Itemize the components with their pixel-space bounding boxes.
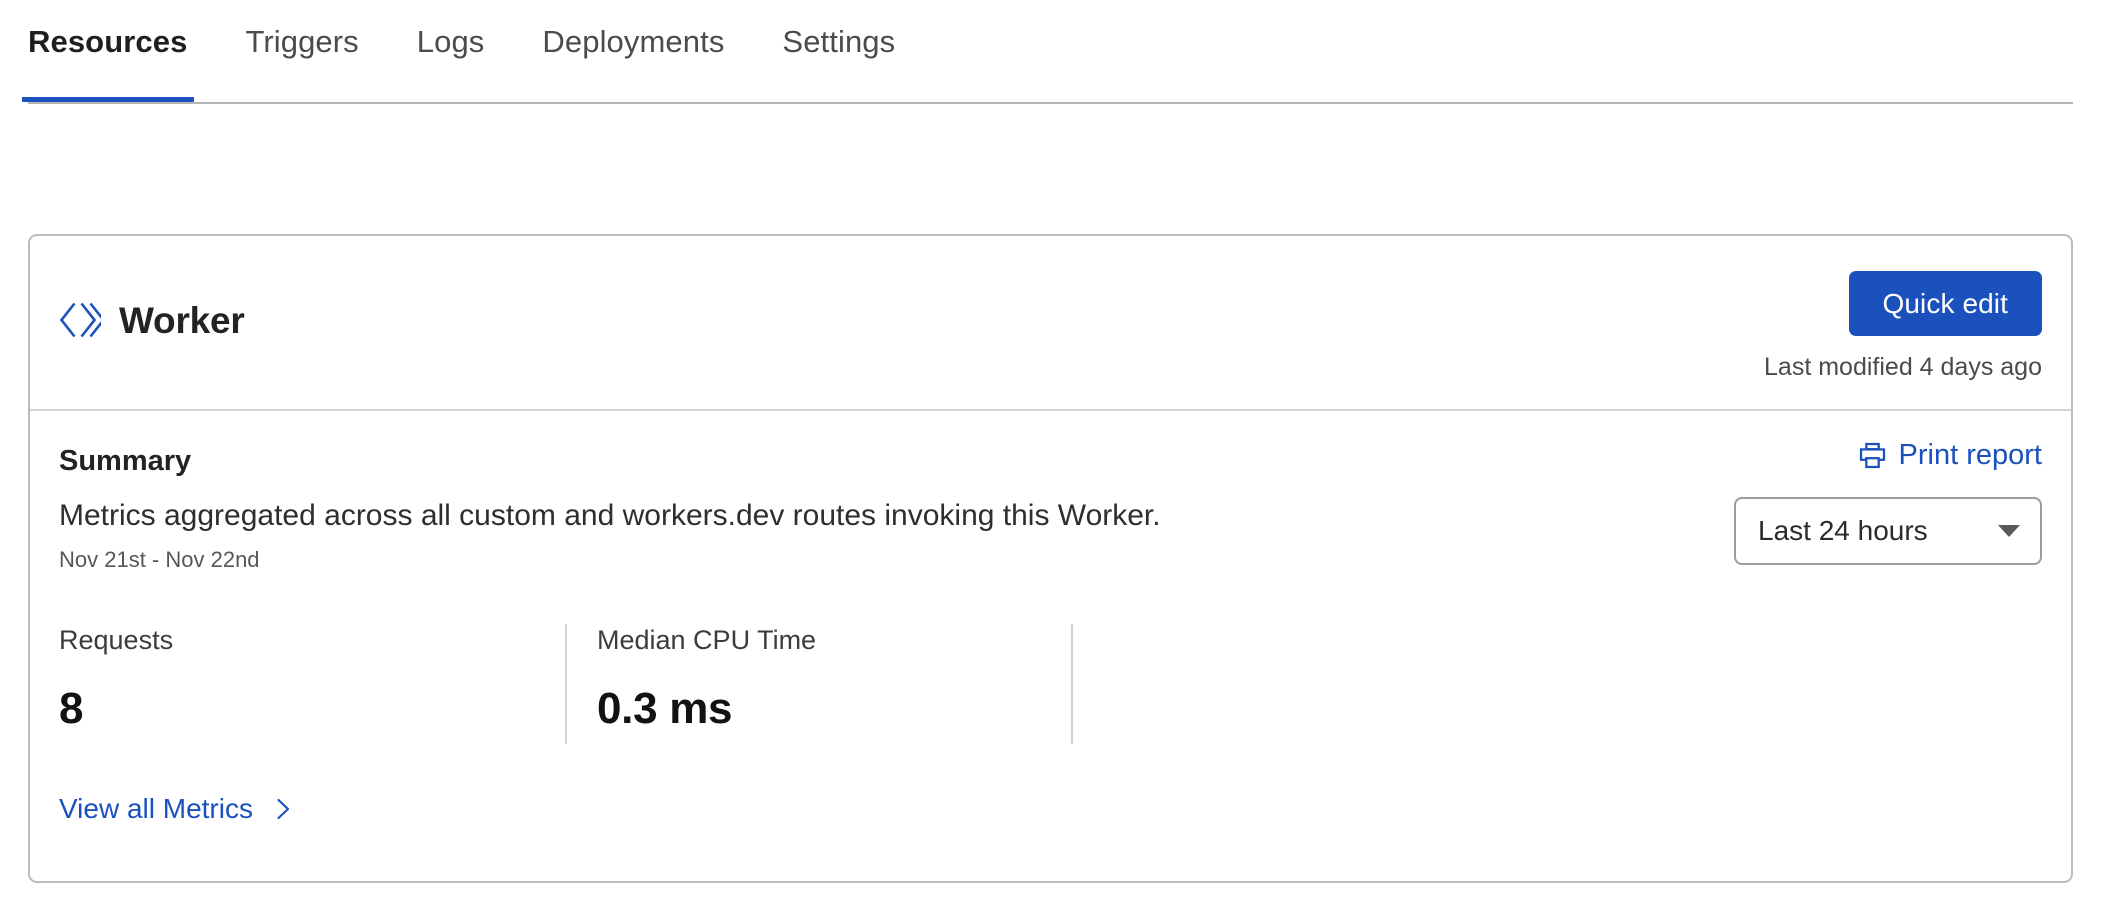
- worker-summary-section: Summary Print report Metrics aggregated …: [30, 411, 2071, 881]
- tab-triggers-label: Triggers: [245, 24, 359, 59]
- print-report-label: Print report: [1898, 439, 2042, 471]
- stat-median-cpu-time-value: 0.3 ms: [597, 684, 733, 733]
- tab-resources-label: Resources: [28, 24, 188, 59]
- summary-heading: Summary: [59, 445, 192, 477]
- time-range-select[interactable]: Last 24 hours: [1734, 497, 2042, 565]
- quick-edit-button[interactable]: Quick edit: [1848, 271, 2042, 336]
- tab-list: Resources Triggers Logs Deployments Sett…: [21, 0, 2073, 102]
- stat-requests-value: 8: [59, 684, 84, 733]
- page-title: Worker: [119, 299, 245, 341]
- print-report-link[interactable]: Print report: [1859, 439, 2042, 472]
- stats-trailing-divider: [1071, 624, 1073, 744]
- worker-card-header: Worker Quick edit Last modified 4 days a…: [30, 236, 2071, 411]
- code-brackets-icon: [59, 302, 101, 338]
- metrics-date-range: Nov 21st - Nov 22nd: [59, 547, 260, 572]
- metrics-stats-row: Requests 8 Median CPU Time 0.3 ms: [59, 624, 1073, 744]
- view-all-metrics-link[interactable]: View all Metrics: [59, 793, 295, 825]
- chevron-right-icon: [277, 798, 290, 820]
- tab-settings[interactable]: Settings: [782, 26, 895, 102]
- last-modified-text: Last modified 4 days ago: [1764, 353, 2042, 381]
- tab-deployments-label: Deployments: [542, 24, 725, 59]
- stat-median-cpu-time-label: Median CPU Time: [597, 625, 817, 655]
- view-all-metrics-label: View all Metrics: [59, 793, 253, 824]
- tab-resources[interactable]: Resources: [21, 24, 195, 102]
- worker-card: Worker Quick edit Last modified 4 days a…: [28, 234, 2073, 883]
- tab-bar-divider: [28, 102, 2073, 104]
- stat-median-cpu-time: Median CPU Time 0.3 ms: [565, 624, 1071, 744]
- stat-requests-label: Requests: [59, 625, 174, 655]
- primary-tab-bar: Resources Triggers Logs Deployments Sett…: [21, 0, 2073, 104]
- tab-logs[interactable]: Logs: [417, 26, 485, 102]
- printer-icon: [1859, 442, 1885, 469]
- stat-requests: Requests 8: [59, 624, 565, 744]
- chevron-down-icon: [1998, 525, 2020, 537]
- tab-settings-label: Settings: [782, 24, 896, 59]
- metrics-description: Metrics aggregated across all custom and…: [59, 499, 1161, 532]
- tab-logs-label: Logs: [416, 24, 485, 59]
- worker-identity: Worker: [59, 299, 245, 341]
- tab-triggers[interactable]: Triggers: [245, 26, 358, 102]
- time-range-select-value: Last 24 hours: [1758, 515, 1928, 546]
- tab-deployments[interactable]: Deployments: [542, 26, 724, 102]
